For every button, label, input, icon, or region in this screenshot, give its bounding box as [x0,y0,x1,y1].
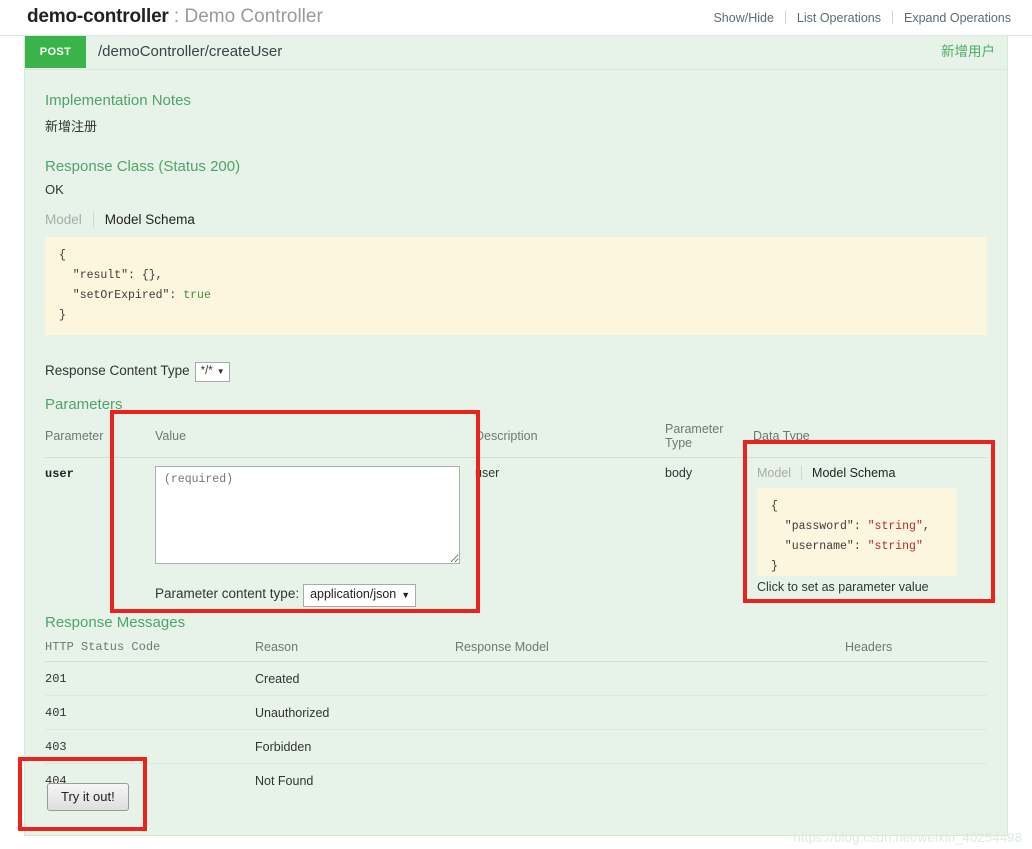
resource-title[interactable]: demo-controller : Demo Controller [27,4,323,30]
pcode-line-2-key: "password" [771,520,854,533]
parameter-schema-code[interactable]: { "password": "string", "username": "str… [757,488,957,576]
show-hide-link[interactable]: Show/Hide [702,11,784,25]
table-row: user Parameter content type:application/… [45,458,987,616]
code-line-3-value: true [183,289,211,302]
resource-description: Demo Controller [184,6,323,27]
code-line-2-rest: : {}, [128,269,163,282]
response-model-cell [455,695,845,730]
response-model-cell [455,764,845,789]
operation-panel: POST /demoController/createUser 新增用户 Imp… [24,36,1008,836]
col-reason: Reason [255,636,455,662]
parameter-description-cell: user [475,466,500,480]
table-row: 403 Forbidden [45,729,987,764]
response-schema-tabs: Model Model Schema [45,212,195,227]
parameter-content-type-label: Parameter content type: [155,586,300,601]
table-row: 401 Unauthorized [45,695,987,730]
headers-cell [845,764,987,789]
data-type-tabs: Model Model Schema [753,466,987,480]
watermark-text: https://blog.csdn.net/weixin_40254498 [793,830,1022,845]
pcode-line-3-key: "username" [771,540,854,553]
col-headers: Headers [845,636,987,662]
response-schema-code[interactable]: { "result": {}, "setOrExpired": true } [45,237,987,335]
response-content-type-label: Response Content Type [45,363,190,378]
parameter-data-type-cell: Model Model Schema { "password": "string"… [753,458,987,616]
code-line-3-sep: : [169,289,184,302]
code-line-1: { [59,249,66,262]
parameter-name: user [45,467,74,481]
reason-cell: Created [255,661,455,696]
pcode-line-2-end: , [922,520,930,533]
data-type-tab-model-schema[interactable]: Model Schema [801,466,905,480]
response-content-type-value: */* [200,365,213,377]
response-model-cell [455,729,845,764]
col-parameter: Parameter [45,418,155,458]
parameter-value-cell: Parameter content type: application/json ▼ [155,458,475,616]
http-method-badge: POST [25,36,86,68]
parameters-table-header-row: Parameter Value Description Parameter Ty… [45,418,987,458]
list-operations-link[interactable]: List Operations [786,11,892,25]
table-row: 201 Created [45,661,987,696]
code-line-2-key: "result" [59,269,129,282]
tab-model[interactable]: Model [45,212,93,227]
tab-model-schema[interactable]: Model Schema [92,212,195,227]
chevron-down-icon: ▼ [401,590,411,600]
response-class-status-text: OK [45,182,64,197]
headers-cell [845,661,987,696]
col-parameter-type: Parameter Type [665,418,753,458]
col-http-status-code: HTTP Status Code [45,636,255,662]
data-type-tab-model[interactable]: Model [757,466,801,480]
headers-cell [845,729,987,764]
response-messages-table: HTTP Status Code Reason Response Model H… [45,636,987,788]
reason-cell: Not Found [255,774,314,788]
implementation-notes-body: 新增注册 [45,119,98,134]
response-class-heading: Response Class (Status 200) [45,158,241,175]
operation-summary: 新增用户 [941,44,995,59]
chevron-down-icon: ▼ [216,367,225,376]
reason-cell: Forbidden [255,729,455,764]
click-to-set-parameter-hint[interactable]: Click to set as parameter value [757,580,987,594]
parameter-content-type-value: application/json [310,587,397,601]
pcode-line-3-value: "string" [867,540,923,553]
reason-cell: Unauthorized [255,695,455,730]
pcode-line-3-sep: : [853,540,868,553]
resource-name[interactable]: demo-controller [27,6,169,27]
col-response-model: Response Model [455,636,845,662]
pcode-line-2-sep: : [853,520,868,533]
parameter-content-type-select[interactable]: application/json ▼ [303,584,417,607]
col-data-type: Data Type [753,418,987,458]
response-messages-heading: Response Messages [45,614,186,631]
status-code-cell: 401 [45,695,255,730]
resource-title-separator: : [173,6,180,27]
col-value: Value [155,418,475,458]
operation-path[interactable]: /demoController/createUser [98,36,282,68]
expand-operations-link[interactable]: Expand Operations [893,11,1022,25]
parameters-table: Parameter Value Description Parameter Ty… [45,418,987,615]
pcode-line-4: } [771,560,778,573]
response-content-type-select[interactable]: */* ▼ [194,362,230,382]
parameter-content-type-row: Parameter content type: application/json ▼ [155,584,475,607]
parameters-heading: Parameters [45,396,123,413]
code-line-4: } [59,309,66,322]
resource-header: demo-controller : Demo Controller Show/H… [0,0,1032,36]
response-model-cell [455,661,845,696]
table-row: 404 Not Found [45,764,987,789]
headers-cell [845,695,987,730]
resource-actions: Show/Hide List Operations Expand Operation… [702,11,1022,25]
parameter-value-input[interactable] [155,466,460,564]
swagger-ui-page: demo-controller : Demo Controller Show/H… [0,0,1032,849]
pcode-line-2-value: "string" [867,520,923,533]
try-it-out-button[interactable]: Try it out! [47,783,129,811]
code-line-3-key: "setOrExpired" [59,289,170,302]
implementation-notes-heading: Implementation Notes [45,92,191,109]
parameter-type-cell: body [665,466,693,480]
response-messages-header-row: HTTP Status Code Reason Response Model H… [45,636,987,662]
status-code-cell: 403 [45,729,255,764]
pcode-line-1: { [771,500,778,513]
operation-header[interactable]: POST /demoController/createUser 新增用户 [25,36,1007,70]
response-content-type-row: Response Content Type */* ▼ [45,362,230,382]
parameter-name-cell: user [45,458,155,616]
col-description: Description [475,418,665,458]
status-code-cell: 201 [45,661,255,696]
